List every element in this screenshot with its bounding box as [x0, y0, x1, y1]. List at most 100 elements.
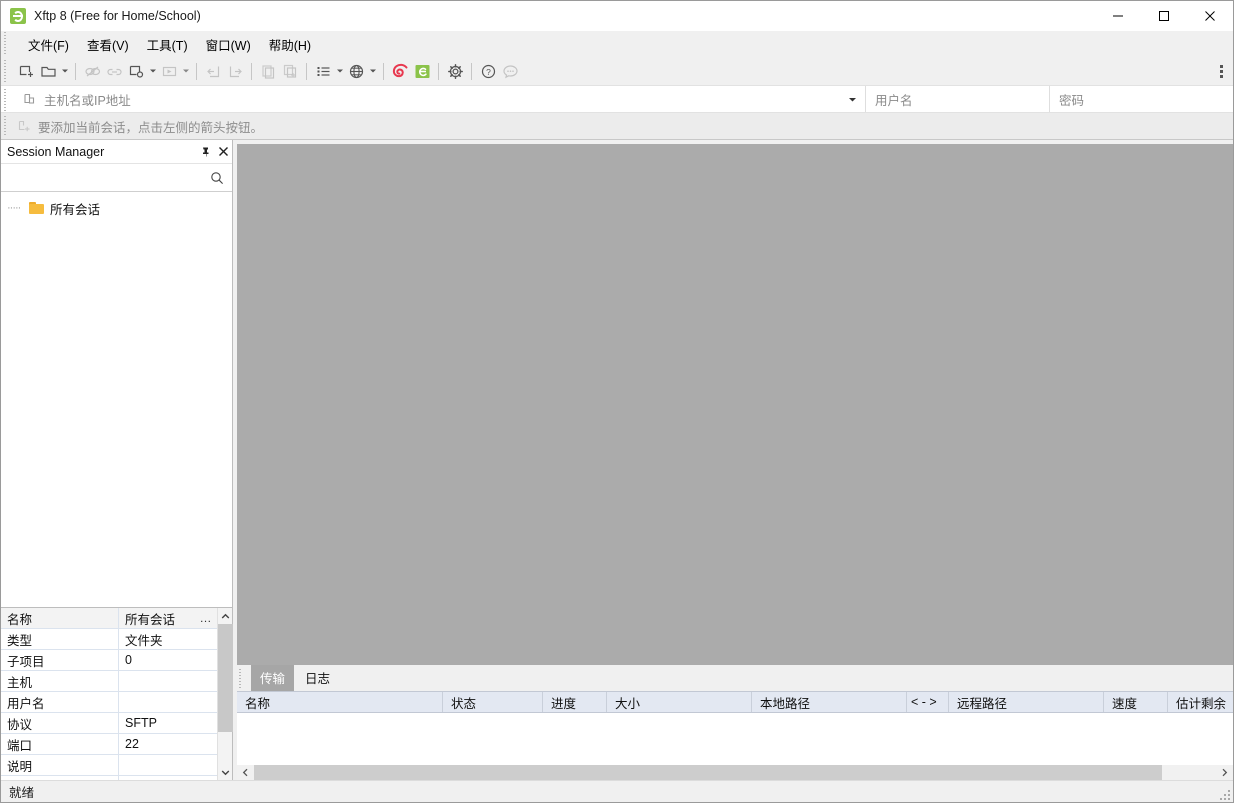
duplicate-icon[interactable]	[279, 60, 301, 82]
menu-view[interactable]: 查看(V)	[78, 31, 138, 58]
link-icon[interactable]	[103, 60, 125, 82]
username-placeholder: 用户名	[875, 90, 913, 109]
column-header-progress[interactable]: 进度	[543, 692, 607, 712]
property-row-children[interactable]: 子项目 0	[1, 650, 217, 671]
session-manager-header: Session Manager	[1, 140, 232, 164]
xftp-icon[interactable]	[411, 60, 433, 82]
new-file-transfer-icon[interactable]	[125, 60, 147, 82]
session-search-bar[interactable]	[1, 164, 232, 192]
session-tree[interactable]: ····· 所有会话	[1, 192, 232, 607]
properties-scrollbar[interactable]	[217, 608, 232, 780]
new-file-transfer-dropdown-caret[interactable]	[147, 60, 158, 82]
globe-icon[interactable]	[345, 60, 367, 82]
hint-text: 要添加当前会话，点击左侧的箭头按钮。	[38, 117, 263, 136]
xftp-app-icon	[10, 8, 26, 24]
tab-log[interactable]: 日志	[296, 665, 339, 691]
hint-bar-grip[interactable]	[4, 116, 6, 137]
host-input[interactable]: 主机名或IP地址	[15, 86, 839, 112]
property-row-type[interactable]: 类型 文件夹	[1, 629, 217, 650]
scroll-right-arrow-icon[interactable]	[1216, 765, 1233, 780]
property-value[interactable]: 所有会话 …	[119, 608, 217, 628]
property-row-protocol[interactable]: 协议 SFTP	[1, 713, 217, 734]
column-header-status[interactable]: 状态	[443, 692, 543, 712]
property-row-name[interactable]: 名称 所有会话 …	[1, 608, 217, 629]
property-row-host[interactable]: 主机	[1, 671, 217, 692]
transfer-scroll-thumb[interactable]	[254, 765, 1162, 780]
scroll-left-arrow-icon[interactable]	[237, 765, 254, 780]
property-key: 主机	[1, 671, 119, 691]
search-icon[interactable]	[210, 171, 224, 185]
property-value	[119, 692, 217, 712]
close-button[interactable]	[1187, 1, 1233, 31]
column-header-speed[interactable]: 速度	[1104, 692, 1168, 712]
disconnect-icon[interactable]	[81, 60, 103, 82]
menu-tools[interactable]: 工具(T)	[138, 31, 197, 58]
scroll-down-arrow-icon[interactable]	[218, 764, 232, 780]
property-value	[119, 755, 217, 775]
transfer-tabs: 传输 日志	[237, 665, 1233, 691]
open-folder-dropdown-caret[interactable]	[59, 60, 70, 82]
run-dropdown-caret[interactable]	[180, 60, 191, 82]
tab-transfer[interactable]: 传输	[251, 665, 294, 691]
session-manager-panel: Session Manager	[1, 140, 233, 780]
toolbar-grip[interactable]	[4, 60, 6, 82]
list-view-dropdown-caret[interactable]	[334, 60, 345, 82]
property-row-username[interactable]: 用户名	[1, 692, 217, 713]
toolbar-overflow-button[interactable]	[1213, 60, 1229, 82]
maximize-button[interactable]	[1141, 1, 1187, 31]
sync-right-icon[interactable]	[224, 60, 246, 82]
toolbar-separator	[438, 63, 439, 80]
column-header-remote-path[interactable]: 远程路径	[949, 692, 1104, 712]
property-row-port[interactable]: 端口 22	[1, 734, 217, 755]
transfer-horizontal-scrollbar[interactable]	[237, 765, 1233, 780]
globe-dropdown-caret[interactable]	[367, 60, 378, 82]
host-dropdown-button[interactable]	[839, 86, 865, 112]
svg-text:?: ?	[486, 67, 491, 77]
property-value-text: 所有会话	[125, 609, 175, 628]
properties-scroll-track[interactable]	[218, 624, 232, 764]
property-key: 名称	[1, 608, 119, 628]
sync-left-icon[interactable]	[202, 60, 224, 82]
property-value: SFTP	[119, 713, 217, 733]
column-header-direction[interactable]: < - >	[907, 692, 949, 712]
property-ellipsis-button[interactable]: …	[195, 608, 217, 628]
column-header-local-path[interactable]: 本地路径	[752, 692, 907, 712]
resize-grip[interactable]	[1218, 788, 1230, 800]
list-view-icon[interactable]	[312, 60, 334, 82]
menu-window[interactable]: 窗口(W)	[197, 31, 260, 58]
tree-item-all-sessions[interactable]: ····· 所有会话	[1, 198, 232, 218]
property-row-description[interactable]: 说明	[1, 755, 217, 776]
column-header-size[interactable]: 大小	[607, 692, 752, 712]
transfer-tabs-grip[interactable]	[239, 669, 241, 688]
toolbar-separator	[471, 63, 472, 80]
transfer-scroll-track[interactable]	[254, 765, 1216, 780]
close-icon[interactable]	[214, 142, 232, 162]
pin-icon[interactable]	[196, 142, 214, 162]
minimize-button[interactable]	[1095, 1, 1141, 31]
properties-scroll-thumb[interactable]	[218, 624, 233, 732]
username-input[interactable]: 用户名	[865, 86, 1049, 112]
column-header-name[interactable]: 名称	[237, 692, 443, 712]
help-icon[interactable]: ?	[477, 60, 499, 82]
hint-bar: 要添加当前会话，点击左侧的箭头按钮。	[1, 113, 1233, 140]
session-add-icon	[22, 92, 36, 106]
tree-item-label: 所有会话	[50, 199, 100, 218]
property-value: 文件夹	[119, 629, 217, 649]
password-input[interactable]: 密码	[1049, 86, 1233, 112]
feedback-icon[interactable]	[499, 60, 521, 82]
transfer-list[interactable]	[237, 713, 1233, 765]
xshell-icon[interactable]	[389, 60, 411, 82]
file-browser-canvas[interactable]	[237, 144, 1233, 665]
menu-file[interactable]: 文件(F)	[19, 31, 78, 58]
column-header-eta[interactable]: 估计剩余	[1168, 692, 1234, 712]
property-value: 22	[119, 734, 217, 754]
connect-bar-grip[interactable]	[4, 89, 6, 111]
menu-help[interactable]: 帮助(H)	[260, 31, 320, 58]
run-icon[interactable]	[158, 60, 180, 82]
copy-icon[interactable]	[257, 60, 279, 82]
new-session-icon[interactable]	[15, 60, 37, 82]
scroll-up-arrow-icon[interactable]	[218, 608, 232, 624]
gear-icon[interactable]	[444, 60, 466, 82]
open-folder-icon[interactable]	[37, 60, 59, 82]
status-bar: 就绪	[1, 780, 1233, 802]
